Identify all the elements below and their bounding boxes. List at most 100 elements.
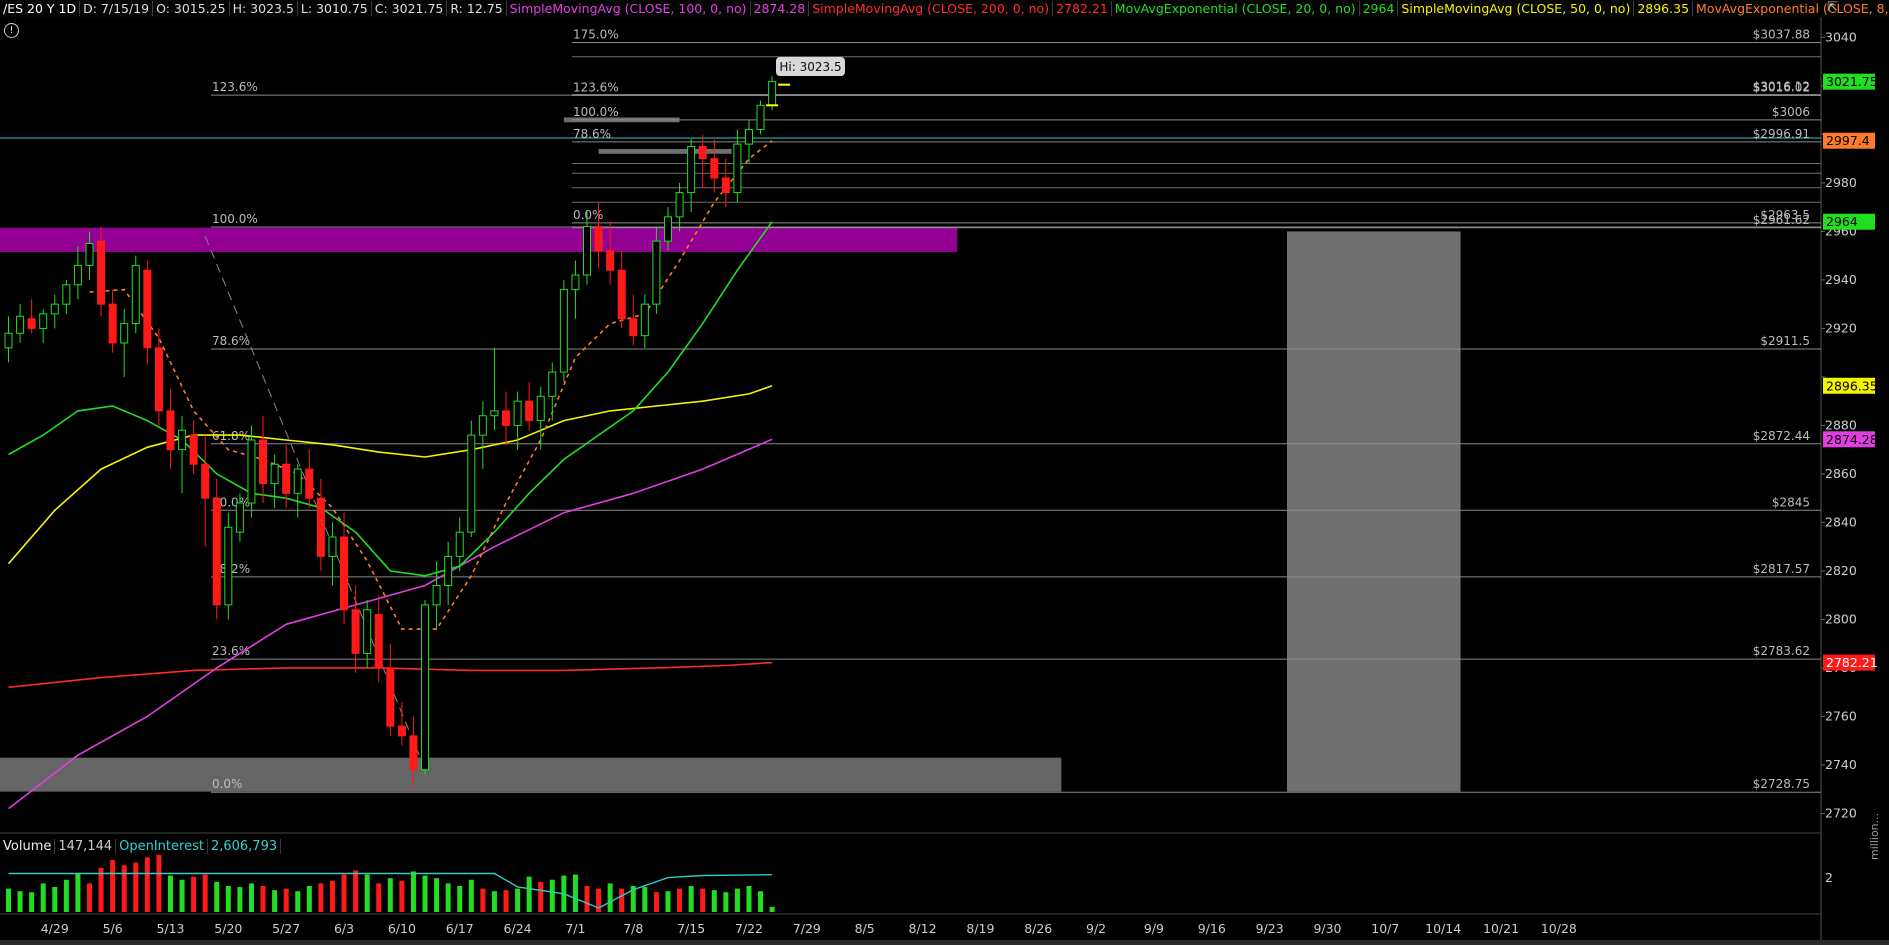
volume-bar bbox=[457, 886, 463, 912]
fib-price-5: $2817.57 bbox=[1753, 562, 1810, 576]
study-value-0: 2874.28 bbox=[750, 1, 810, 16]
candle-body bbox=[351, 609, 360, 654]
candle-body bbox=[687, 146, 696, 194]
fib-price-4: $2845 bbox=[1772, 495, 1810, 509]
x-tick-label: 8/26 bbox=[1024, 921, 1052, 936]
volume-bar bbox=[642, 887, 648, 912]
volume-bar bbox=[225, 886, 231, 912]
fib-ext-pct-1: 123.6% bbox=[573, 81, 619, 95]
candle-body bbox=[27, 318, 36, 329]
header-date: D: 7/15/19 bbox=[80, 1, 154, 16]
x-tick-label: 8/12 bbox=[908, 921, 936, 936]
sma100-line bbox=[8, 438, 773, 810]
candle-body bbox=[85, 243, 94, 266]
candle-body bbox=[744, 129, 753, 145]
fib-ext-pct-0: 175.0% bbox=[573, 28, 619, 42]
candle-body bbox=[178, 429, 187, 451]
sma50-line bbox=[7, 385, 773, 565]
volume-bar bbox=[538, 881, 544, 912]
volume-bar bbox=[353, 870, 359, 912]
ema8-line bbox=[89, 140, 773, 630]
volume-bar bbox=[434, 878, 440, 912]
fib-price-6: $2783.62 bbox=[1753, 644, 1810, 658]
volume-bar bbox=[468, 879, 474, 912]
volume-bar bbox=[75, 873, 81, 912]
candle-body bbox=[305, 468, 314, 499]
candle-body bbox=[710, 158, 719, 179]
x-tick-label: 9/30 bbox=[1313, 921, 1341, 936]
volume-bar bbox=[63, 879, 69, 912]
candle-body bbox=[652, 240, 661, 305]
candle-body bbox=[166, 410, 175, 451]
x-tick-label: 8/5 bbox=[855, 921, 875, 936]
x-tick-label: 4/29 bbox=[41, 921, 69, 936]
volume-value: 147,144 bbox=[55, 839, 117, 854]
candle-body bbox=[502, 410, 511, 426]
candle-body bbox=[259, 439, 268, 485]
candle-body bbox=[97, 240, 106, 305]
candle-body bbox=[629, 318, 638, 337]
candle-body bbox=[212, 497, 221, 606]
candle-body bbox=[721, 177, 730, 194]
fib-price-3: $2872.44 bbox=[1753, 429, 1810, 443]
candle-body bbox=[62, 284, 71, 305]
candle-body bbox=[247, 439, 256, 504]
volume-bar bbox=[410, 871, 416, 912]
x-tick-label: 9/16 bbox=[1198, 921, 1226, 936]
candle-body bbox=[39, 313, 48, 329]
candle-body bbox=[73, 264, 82, 286]
volume-bar bbox=[364, 874, 370, 912]
oi-value: 2,606,793 bbox=[207, 839, 282, 854]
price-chart[interactable]: 123.6%100.0%78.6% $2911.561.8% $2872.4450.… bbox=[0, 0, 1889, 945]
fib-pct-0: 123.6% bbox=[212, 80, 258, 94]
fib-pct-1: 100.0% bbox=[212, 212, 258, 226]
header-low: L: 3010.75 bbox=[297, 1, 372, 16]
header-high: H: 3023.5 bbox=[229, 1, 298, 16]
candle-body bbox=[397, 725, 406, 737]
candle-body bbox=[421, 604, 430, 771]
purple-zone bbox=[0, 227, 958, 253]
x-tick-label: 7/15 bbox=[677, 921, 705, 936]
x-tick-label: 7/1 bbox=[565, 921, 585, 936]
candle-body bbox=[316, 497, 325, 557]
fib-ext-pct-3: 78.6% bbox=[573, 127, 611, 141]
fib-ext-price-0: $3037.88 bbox=[1753, 28, 1810, 42]
volume-bar bbox=[549, 879, 555, 912]
x-tick-label: 5/27 bbox=[272, 921, 300, 936]
candle-body bbox=[131, 264, 140, 325]
fib-price-7: $2728.75 bbox=[1753, 777, 1810, 791]
volume-bar bbox=[584, 886, 590, 912]
volume-bar bbox=[133, 862, 139, 912]
volume-bar bbox=[6, 888, 11, 912]
study-value-1: 2782.21 bbox=[1053, 1, 1112, 16]
volume-bar bbox=[156, 854, 162, 912]
x-tick-label: 10/14 bbox=[1425, 921, 1461, 936]
volume-bar bbox=[619, 888, 625, 912]
gray-zone-bottom bbox=[0, 757, 1062, 792]
x-tick-label: 5/20 bbox=[214, 921, 242, 936]
candle-body bbox=[293, 468, 302, 494]
volume-bar bbox=[480, 888, 486, 912]
candle-body bbox=[478, 415, 487, 436]
candle-body bbox=[617, 269, 626, 320]
x-tick-label: 7/8 bbox=[623, 921, 643, 936]
volume-label: Volume bbox=[0, 839, 56, 854]
candle-body bbox=[282, 463, 291, 494]
volume-bar bbox=[167, 875, 173, 912]
volume-bar bbox=[86, 883, 92, 912]
candle-body bbox=[154, 347, 163, 412]
candle-body bbox=[733, 143, 742, 194]
volume-bar bbox=[688, 886, 694, 912]
volume-bar bbox=[607, 883, 613, 912]
study-label-2: MovAvgExponential (CLOSE, 20, 0, no) bbox=[1111, 1, 1360, 16]
candle-body bbox=[143, 269, 152, 349]
volume-bar bbox=[179, 879, 185, 912]
candle-body bbox=[386, 667, 395, 727]
volume-bar bbox=[723, 892, 729, 912]
y-tick-label: 2980 bbox=[1825, 175, 1857, 190]
collapse-icon[interactable]: ⇱ bbox=[1827, 0, 1845, 16]
volume-bar bbox=[711, 890, 717, 912]
info-icon[interactable]: ! bbox=[4, 23, 19, 38]
volume-bar bbox=[677, 888, 683, 912]
candle-body bbox=[536, 395, 545, 422]
